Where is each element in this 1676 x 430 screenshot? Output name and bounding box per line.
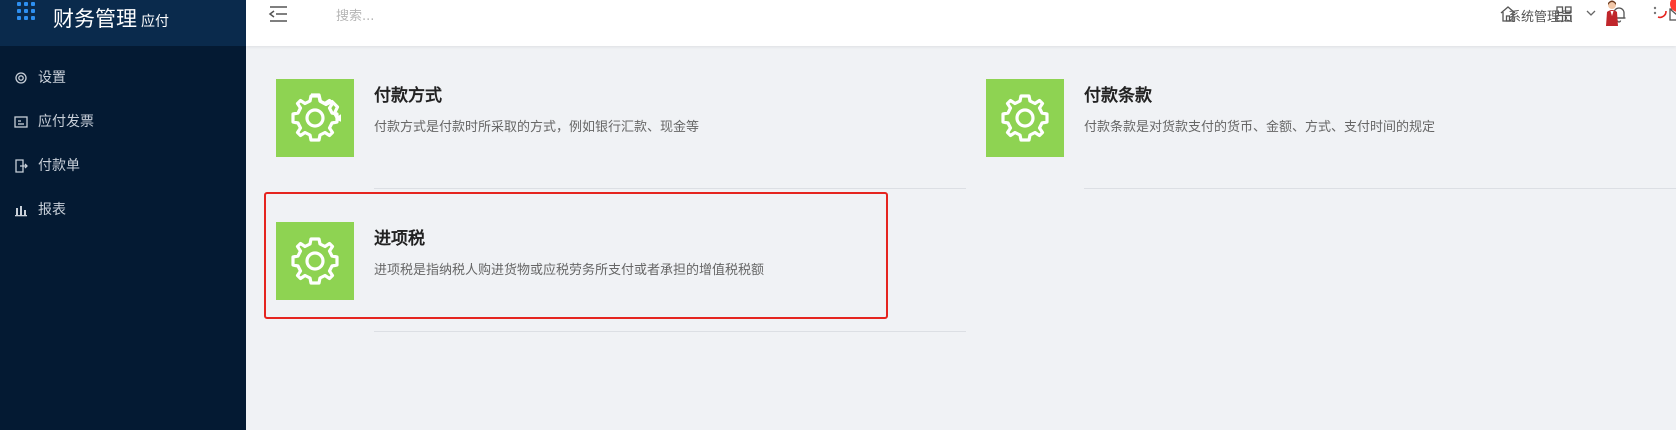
user-name[interactable]: 系统管理员 — [1508, 6, 1573, 25]
card-title: 进项税 — [374, 229, 425, 249]
divider — [374, 188, 966, 189]
sidebar-item-label: 设置 — [38, 70, 66, 86]
bar-chart-icon — [15, 206, 27, 217]
sidebar-item-label: 报表 — [38, 202, 66, 218]
more-options-icon[interactable] — [1650, 2, 1668, 24]
card-title: 付款方式 — [374, 86, 442, 106]
divider — [374, 331, 966, 332]
divider — [1084, 188, 1676, 189]
search-input[interactable] — [334, 4, 598, 28]
sidebar-item-payment[interactable]: 付款单 — [0, 146, 246, 186]
gear-icon — [291, 93, 341, 142]
invoice-icon — [14, 116, 28, 128]
card-title: 付款条款 — [1084, 86, 1152, 106]
gear-icon — [1001, 94, 1049, 142]
gear-icon — [291, 237, 339, 285]
sidebar: 财务管理 应付 设置 应付发票 付款单 报表 — [0, 0, 246, 430]
card-description: 进项税是指纳税人购进货物或应税劳务所支付或者承担的增值税税额 — [374, 263, 765, 278]
card-description: 付款条款是对货款支付的货币、金额、方式、支付时间的规定 — [1084, 120, 1436, 135]
chevron-down-icon[interactable] — [1586, 9, 1596, 17]
sidebar-item-invoice[interactable]: 应付发票 — [0, 102, 246, 142]
sidebar-item-report[interactable]: 报表 — [0, 190, 246, 230]
sidebar-item-settings[interactable]: 设置 — [0, 58, 246, 98]
card-tile — [276, 222, 354, 300]
card-tile — [276, 79, 354, 157]
app-title: 财务管理 应付 — [53, 7, 169, 31]
card-description: 付款方式是付款时所采取的方式，例如银行汇款、现金等 — [374, 120, 700, 135]
gear-icon — [15, 72, 27, 84]
avatar[interactable] — [1604, 0, 1620, 26]
app-grid-icon — [17, 2, 37, 22]
card-input-tax[interactable]: 进项税 进项税是指纳税人购进货物或应税劳务所支付或者承担的增值税税额 — [276, 222, 966, 332]
brand-header: 财务管理 应付 — [0, 0, 246, 46]
app-subtitle: 应付 — [141, 14, 169, 30]
card-tile — [986, 79, 1064, 157]
payment-doc-icon — [15, 159, 28, 173]
sidebar-item-label: 应付发票 — [38, 114, 94, 130]
sidebar-item-label: 付款单 — [38, 158, 80, 174]
card-payment-method[interactable]: 付款方式 付款方式是付款时所采取的方式，例如银行汇款、现金等 — [276, 79, 966, 189]
card-payment-terms[interactable]: 付款条款 付款条款是对货款支付的货币、金额、方式、支付时间的规定 — [986, 79, 1676, 189]
top-header: 490 系统管理员 — [246, 0, 1676, 46]
menu-collapse-icon[interactable] — [268, 5, 288, 23]
